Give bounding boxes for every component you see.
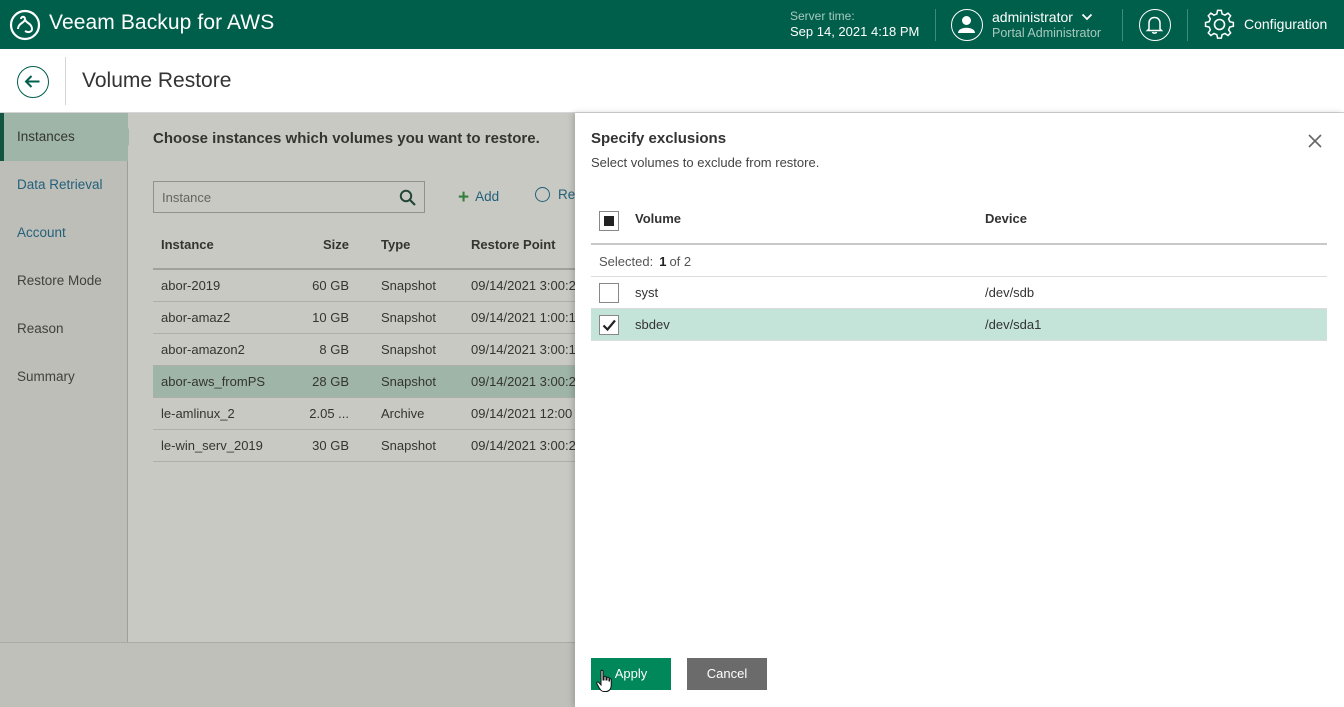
- cancel-button[interactable]: Cancel: [687, 658, 767, 690]
- volume-checkbox[interactable]: [599, 283, 619, 303]
- volume-name: sbdev: [635, 317, 670, 332]
- user-name[interactable]: administrator: [992, 9, 1073, 25]
- header-divider: [935, 9, 936, 41]
- person-icon: [958, 16, 975, 33]
- volume-row-selected[interactable]: sbdev /dev/sda1: [591, 309, 1327, 341]
- volume-checkbox-checked[interactable]: [599, 315, 619, 335]
- modal-overlay[interactable]: [0, 113, 575, 707]
- selected-count: 1: [659, 254, 667, 269]
- panel-title: Specify exclusions: [591, 130, 727, 147]
- volumes-table-header: Volume Device: [591, 197, 1327, 245]
- top-header: Veeam Backup for AWS Server time: Sep 14…: [0, 0, 1344, 49]
- volumes-table: Volume Device Selected: 1 of 2 syst /dev/s…: [591, 197, 1327, 341]
- close-icon[interactable]: [1307, 133, 1323, 149]
- server-time-value: Sep 14, 2021 4:18 PM: [790, 24, 920, 39]
- app-title: Veeam Backup for AWS: [49, 11, 275, 34]
- user-avatar-icon[interactable]: [951, 9, 983, 41]
- page-titlebar: Volume Restore: [0, 49, 1344, 113]
- volume-name: syst: [635, 285, 659, 300]
- page-title: Volume Restore: [82, 69, 232, 92]
- specify-exclusions-panel: Specify exclusions Select volumes to exc…: [575, 113, 1344, 707]
- selection-summary: Selected: 1 of 2: [591, 245, 1327, 277]
- selected-of-total: of 2: [669, 254, 692, 269]
- configuration-link[interactable]: Configuration: [1244, 16, 1327, 32]
- back-button[interactable]: [17, 66, 49, 98]
- volume-row[interactable]: syst /dev/sdb: [591, 277, 1327, 309]
- arrow-left-icon: [24, 75, 40, 88]
- bell-icon: [1145, 16, 1164, 34]
- chevron-down-icon[interactable]: [1081, 12, 1093, 22]
- panel-subtitle: Select volumes to exclude from restore.: [591, 155, 820, 170]
- volume-device: /dev/sda1: [985, 317, 1042, 332]
- header-divider: [1122, 9, 1123, 41]
- select-all-checkbox[interactable]: [599, 211, 619, 231]
- gear-icon[interactable]: [1203, 8, 1236, 41]
- server-time-label: Server time:: [790, 9, 855, 23]
- user-role: Portal Administrator: [992, 26, 1102, 40]
- server-time: Server time: Sep 14, 2021 4:18 PM: [790, 9, 930, 39]
- notifications-button[interactable]: [1139, 9, 1171, 41]
- col-volume[interactable]: Volume: [635, 211, 681, 226]
- volume-device: /dev/sdb: [985, 285, 1035, 300]
- hand-cursor-icon: [596, 669, 612, 692]
- title-divider: [65, 57, 66, 105]
- selected-label: Selected:: [599, 254, 654, 269]
- col-device[interactable]: Device: [985, 211, 1027, 226]
- veeam-logo-icon: [9, 9, 41, 41]
- checkmark-icon: [602, 319, 616, 332]
- header-divider: [1187, 9, 1188, 41]
